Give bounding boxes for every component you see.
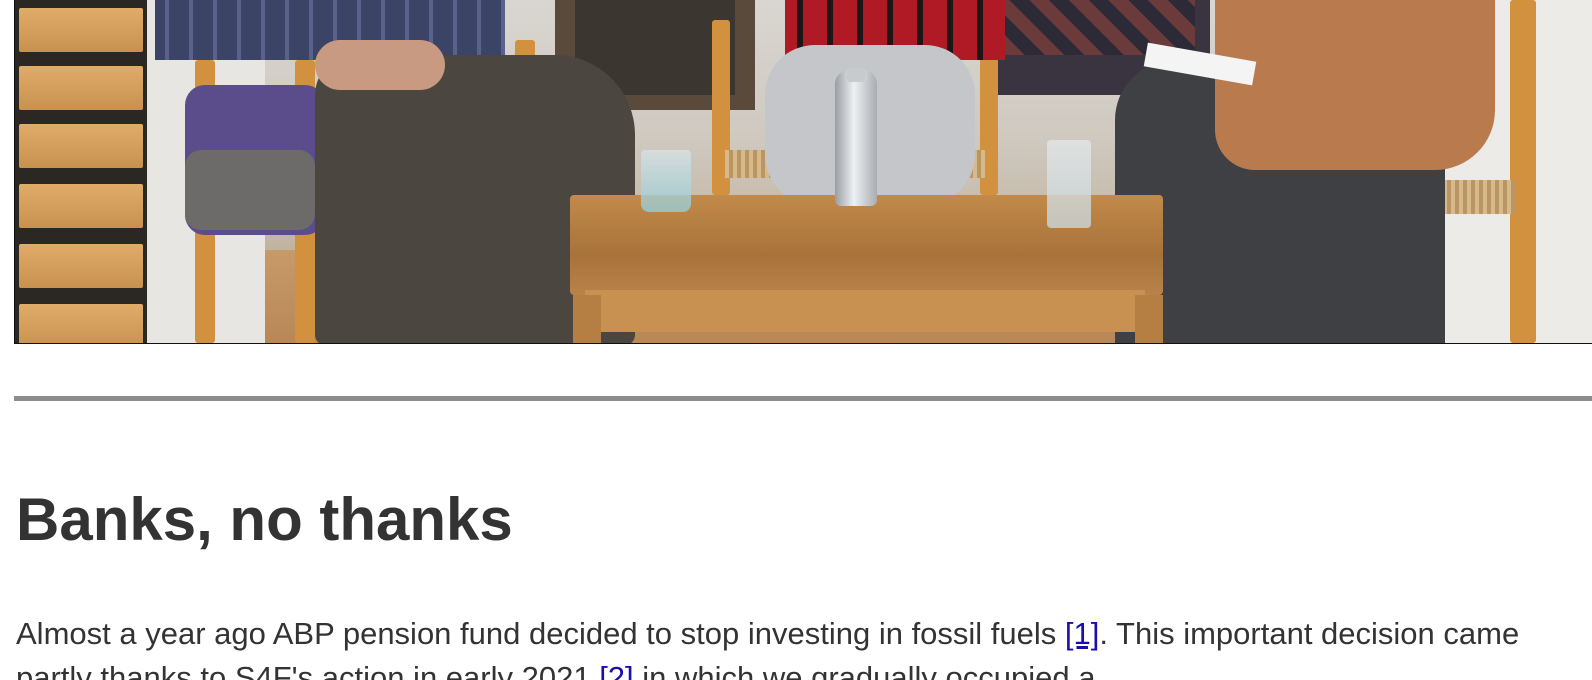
coffee-table-apron (585, 290, 1145, 332)
article-paragraph: Almost a year ago ABP pension fund decid… (16, 612, 1576, 680)
water-glass (641, 150, 691, 212)
blanket-grey (185, 150, 315, 230)
coffee-table-leg (573, 295, 601, 343)
metal-bottle (835, 70, 877, 206)
chair-right-post (1510, 0, 1536, 343)
footnote-link-2[interactable]: [2] (599, 660, 633, 680)
bottle-cap (847, 68, 865, 82)
person-right-shirt (1215, 0, 1495, 170)
hero-photo (14, 0, 1592, 344)
shelf-board (19, 304, 143, 343)
coffee-table-leg (1135, 295, 1163, 343)
shelf-board (19, 8, 143, 52)
shelf-board (19, 184, 143, 228)
footnote-link-1[interactable]: [1] (1065, 616, 1099, 651)
section-divider (14, 396, 1592, 401)
paragraph-text: in which we gradually occupied a (633, 660, 1096, 680)
shelf-board (19, 244, 143, 288)
article-title: Banks, no thanks (16, 486, 513, 553)
page: Banks, no thanks Almost a year ago ABP p… (0, 0, 1592, 680)
water-glass (1047, 140, 1091, 228)
shelf-board (19, 66, 143, 110)
paragraph-text: Almost a year ago ABP pension fund decid… (16, 616, 1065, 651)
person-left-hands (315, 40, 445, 90)
shelf-board (19, 124, 143, 168)
